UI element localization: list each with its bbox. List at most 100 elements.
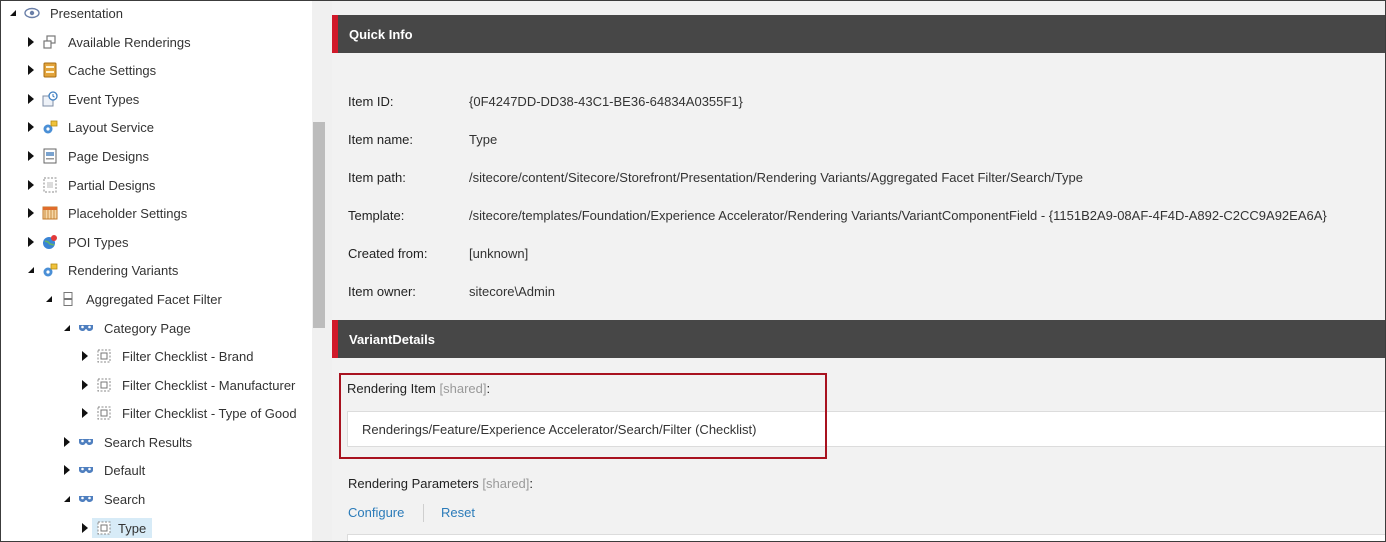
tree-toggle-expanded-icon[interactable] (24, 263, 38, 277)
event-types-icon (42, 91, 58, 107)
tree-toggle-collapsed-icon[interactable] (78, 349, 92, 363)
eye-icon (24, 5, 40, 21)
variant-field-icon (96, 348, 112, 364)
tree-item-label: Event Types (68, 91, 140, 107)
quick-info-row: Template: /sitecore/templates/Foundation… (348, 196, 1327, 234)
tree-scrollbar[interactable] (312, 0, 326, 542)
quick-info-value[interactable]: Type (469, 132, 497, 147)
tree-item-label: Filter Checklist - Manufacturer (122, 377, 296, 393)
page-designs-icon (42, 148, 58, 164)
partial-designs-icon (42, 177, 58, 193)
tree-item-label-selected: Type (92, 518, 153, 538)
section-title: Quick Info (349, 26, 413, 42)
configure-link[interactable]: Configure (348, 505, 404, 520)
reset-link[interactable]: Reset (441, 505, 475, 520)
tree-item-rendering-variants[interactable]: Rendering Variants (24, 257, 182, 283)
quick-info-label: Created from: (348, 245, 428, 261)
tree-item-label: Search (104, 491, 146, 507)
tree-toggle-expanded-icon[interactable] (6, 6, 20, 20)
quick-info-row: Item name: Type (348, 120, 497, 158)
field-label-text: Rendering Parameters (348, 476, 479, 491)
content-tree: Presentation Available Renderings Cache … (0, 0, 312, 542)
section-header-quick-info[interactable]: Quick Info (332, 15, 1386, 53)
tree-toggle-collapsed-icon[interactable] (24, 63, 38, 77)
tree-toggle-collapsed-icon[interactable] (24, 206, 38, 220)
quick-info-value[interactable]: /sitecore/templates/Foundation/Experienc… (469, 208, 1327, 223)
renderings-icon (42, 34, 58, 50)
variant-mask-icon (78, 320, 94, 336)
tree-item-layout-service[interactable]: Layout Service (24, 114, 158, 140)
quick-info-value[interactable]: {0F4247DD-DD38-43C1-BE36-64834A0355F1} (469, 94, 743, 109)
tree-item-type[interactable]: Type (78, 515, 153, 541)
link-separator (423, 504, 424, 522)
tree-toggle-collapsed-icon[interactable] (24, 35, 38, 49)
tree-item-label: Default (104, 462, 146, 478)
label-colon: : (529, 476, 534, 491)
tree-toggle-collapsed-icon[interactable] (24, 149, 38, 163)
highlight-annotation (339, 373, 827, 459)
tree-item-category-page[interactable]: Category Page (60, 315, 195, 341)
variant-field-icon (96, 520, 112, 536)
tree-item-search[interactable]: Search (60, 486, 149, 512)
quick-info-label: Item name: (348, 131, 414, 147)
quick-info-value[interactable]: sitecore\Admin (469, 284, 555, 299)
section-header-variant-details[interactable]: VariantDetails (332, 320, 1386, 358)
tree-item-partial-designs[interactable]: Partial Designs (24, 172, 159, 198)
tree-scrollbar-thumb[interactable] (313, 122, 325, 328)
quick-info-row: Item ID: {0F4247DD-DD38-43C1-BE36-64834A… (348, 82, 743, 120)
tree-item-label: Layout Service (68, 119, 154, 135)
rendering-parameters-field[interactable] (347, 534, 1386, 542)
variant-mask-icon (78, 491, 94, 507)
quick-info-label: Template: (348, 207, 405, 223)
tree-item-event-types[interactable]: Event Types (24, 86, 143, 112)
tree-item-poi-types[interactable]: POI Types (24, 229, 132, 255)
tree-item-search-results[interactable]: Search Results (60, 429, 196, 455)
tree-item-page-designs[interactable]: Page Designs (24, 143, 153, 169)
tree-toggle-collapsed-icon[interactable] (24, 235, 38, 249)
tree-item-label: Filter Checklist - Brand (122, 348, 254, 364)
tree-item-label: Presentation (50, 5, 123, 21)
rendering-parameters-label: Rendering Parameters [shared]: (348, 476, 533, 491)
quick-info-value[interactable]: /sitecore/content/Sitecore/Storefront/Pr… (469, 170, 1083, 185)
quick-info-label: Item ID: (348, 93, 394, 109)
tree-item-label: Partial Designs (68, 177, 156, 193)
quick-info-row: Created from: [unknown] (348, 234, 528, 272)
variant-mask-icon (78, 462, 94, 478)
tree-toggle-collapsed-icon[interactable] (78, 378, 92, 392)
placeholder-icon (42, 205, 58, 221)
tree-item-presentation[interactable]: Presentation (6, 0, 127, 26)
poi-icon (42, 234, 58, 250)
rendering-variants-icon (42, 262, 58, 278)
tree-item-aggregated-facet-filter[interactable]: Aggregated Facet Filter (42, 286, 226, 312)
tree-toggle-expanded-icon[interactable] (60, 492, 74, 506)
tree-item-label: Search Results (104, 434, 193, 450)
tree-toggle-collapsed-icon[interactable] (78, 521, 92, 535)
variant-field-icon (96, 377, 112, 393)
quick-info-value[interactable]: [unknown] (469, 246, 528, 261)
tree-item-label: Cache Settings (68, 62, 157, 78)
tree-item-filter-checklist-manufacturer[interactable]: Filter Checklist - Manufacturer (78, 372, 299, 398)
tree-item-available-renderings[interactable]: Available Renderings (24, 29, 195, 55)
quick-info-row: Item path: /sitecore/content/Sitecore/St… (348, 158, 1083, 196)
tree-toggle-collapsed-icon[interactable] (60, 463, 74, 477)
layout-service-icon (42, 119, 58, 135)
tree-toggle-expanded-icon[interactable] (60, 321, 74, 335)
tree-toggle-collapsed-icon[interactable] (24, 178, 38, 192)
tree-toggle-collapsed-icon[interactable] (60, 435, 74, 449)
tree-item-label: Page Designs (68, 148, 149, 164)
quick-info-label: Item owner: (348, 283, 416, 299)
variant-field-icon (96, 405, 112, 421)
variant-mask-icon (78, 434, 94, 450)
tree-item-filter-checklist-brand[interactable]: Filter Checklist - Brand (78, 343, 257, 369)
tree-toggle-collapsed-icon[interactable] (24, 120, 38, 134)
tree-item-label: Filter Checklist - Type of Good (122, 405, 297, 421)
tree-toggle-expanded-icon[interactable] (42, 292, 56, 306)
tree-item-filter-checklist-type-of-good[interactable]: Filter Checklist - Type of Good (78, 400, 301, 426)
section-title: VariantDetails (349, 331, 435, 347)
tree-item-placeholder-settings[interactable]: Placeholder Settings (24, 200, 191, 226)
tree-item-label: Type (118, 520, 147, 536)
tree-toggle-collapsed-icon[interactable] (78, 406, 92, 420)
tree-item-default[interactable]: Default (60, 457, 149, 483)
tree-item-cache-settings[interactable]: Cache Settings (24, 57, 160, 83)
tree-toggle-collapsed-icon[interactable] (24, 92, 38, 106)
